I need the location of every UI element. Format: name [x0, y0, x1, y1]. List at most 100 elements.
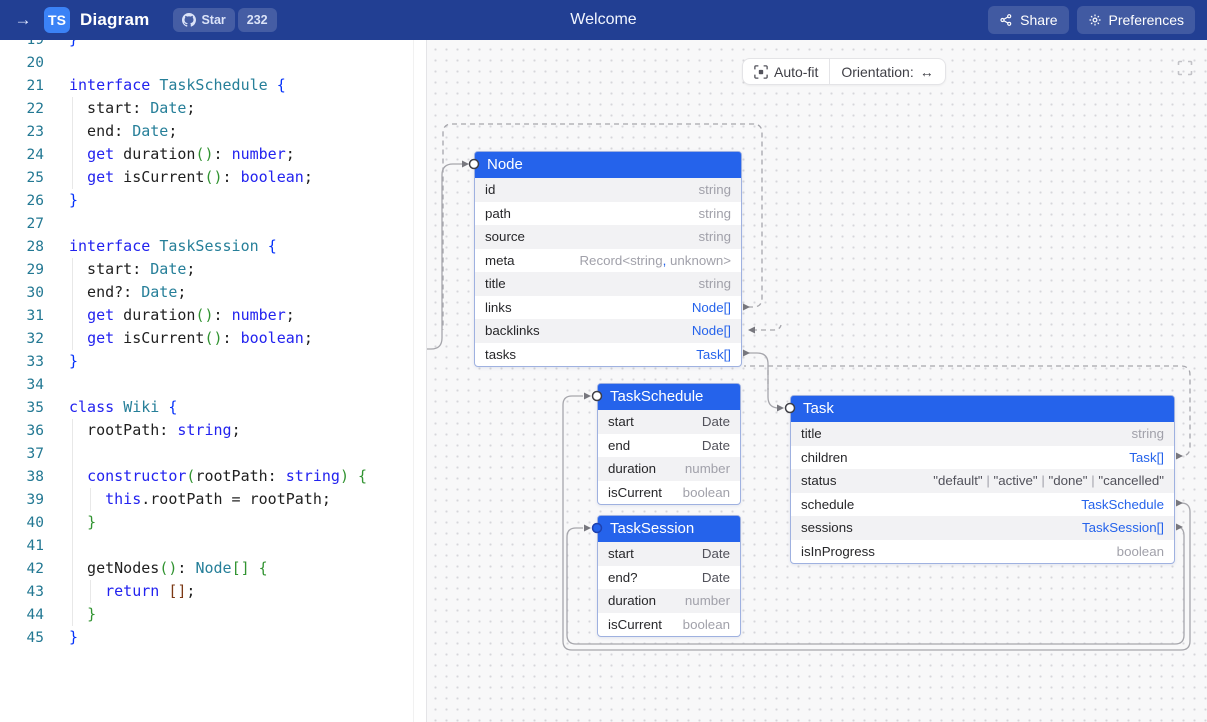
field-name: meta — [485, 253, 515, 268]
code-editor[interactable]: 19}2021interface TaskSchedule {22 start:… — [0, 40, 427, 722]
field-name: schedule — [801, 497, 854, 512]
collapse-editor-arrow-icon[interactable]: → — [12, 10, 34, 30]
field-row-id: idstring — [475, 178, 741, 202]
field-row-duration: duration number — [598, 589, 740, 613]
fullscreen-icon — [1177, 60, 1193, 76]
line-number: 31 — [0, 308, 44, 324]
entity-header-taskschedule: TaskSchedule — [598, 384, 740, 410]
field-row-end: end? Date — [598, 566, 740, 590]
entity-task[interactable]: TasktitlestringchildrenTask[]status"defa… — [790, 395, 1175, 564]
code-text: end: Date; — [69, 120, 177, 143]
code-text: get isCurrent(): boolean; — [69, 166, 313, 189]
field-row-schedule: scheduleTaskSchedule — [791, 493, 1174, 517]
field-type: boolean — [683, 617, 730, 632]
field-row-title: titlestring — [475, 272, 741, 296]
code-line-19: 19} — [0, 40, 426, 51]
entity-tasksession[interactable]: TaskSessionstartDateend?Datedurationnumb… — [597, 515, 741, 637]
code-text: get duration(): number; — [69, 143, 295, 166]
indent-guide — [72, 580, 73, 603]
code-line-42: 42 getNodes(): Node[] { — [0, 557, 426, 580]
code-text: start: Date; — [69, 258, 195, 281]
code-text: } — [69, 40, 78, 51]
field-row-isinprogress: isInProgressboolean — [791, 540, 1174, 564]
code-lines: 19}2021interface TaskSchedule {22 start:… — [0, 40, 426, 649]
code-line-30: 30 end?: Date; — [0, 281, 426, 304]
code-line-36: 36 rootPath: string; — [0, 419, 426, 442]
field-name: isCurrent — [608, 617, 662, 632]
line-number: 30 — [0, 285, 44, 301]
code-text: } — [69, 189, 78, 212]
field-row-duration: durationnumber — [598, 457, 740, 481]
code-text: start: Date; — [69, 97, 195, 120]
field-row-status: status"default" | "active" | "done" | "c… — [791, 469, 1174, 493]
code-line-22: 22 start: Date; — [0, 97, 426, 120]
code-text: this.rootPath = rootPath; — [69, 488, 331, 511]
stub-links — [743, 304, 750, 311]
field-type: number — [685, 461, 730, 476]
code-line-25: 25 get isCurrent(): boolean; — [0, 166, 426, 189]
preferences-button[interactable]: Preferences — [1077, 6, 1195, 34]
fullscreen-button[interactable] — [1177, 60, 1193, 76]
star-count-badge[interactable]: 232 — [238, 8, 277, 32]
line-number: 36 — [0, 423, 44, 439]
entity-node[interactable]: NodeidstringpathstringsourcestringmetaRe… — [474, 151, 742, 367]
entity-header-task: Task — [791, 396, 1174, 422]
field-name: start — [608, 546, 634, 561]
field-type: Date — [702, 570, 730, 585]
field-type: Task[] — [696, 347, 731, 362]
field-type: Date — [702, 546, 730, 561]
entity-taskschedule[interactable]: TaskSchedulestartDateendDatedurationnumb… — [597, 383, 741, 505]
line-number: 37 — [0, 446, 44, 462]
indent-guide — [72, 97, 73, 120]
indent-guide — [72, 557, 73, 580]
field-name: isCurrent — [608, 485, 662, 500]
field-name: title — [801, 426, 822, 441]
arrow-into-taskschedule — [584, 393, 591, 400]
field-type: Task[] — [1129, 450, 1164, 465]
edges-layer — [427, 40, 1207, 722]
line-number: 28 — [0, 239, 44, 255]
field-type: string — [698, 229, 731, 244]
code-text: } — [69, 603, 96, 626]
github-star-button[interactable]: Star — [173, 8, 234, 32]
indent-guide — [72, 488, 73, 511]
code-line-27: 27 — [0, 212, 426, 235]
field-name: children — [801, 450, 848, 465]
field-name: end? — [608, 570, 638, 585]
field-type: Node[] — [692, 300, 731, 315]
field-name: source — [485, 229, 525, 244]
line-number: 44 — [0, 607, 44, 623]
stub-children — [1176, 453, 1183, 460]
code-line-20: 20 — [0, 51, 426, 74]
github-star-widget[interactable]: Star 232 — [173, 8, 276, 32]
share-button[interactable]: Share — [988, 6, 1068, 34]
indent-guide — [72, 442, 73, 465]
line-number: 43 — [0, 584, 44, 600]
code-line-32: 32 get isCurrent(): boolean; — [0, 327, 426, 350]
line-number: 41 — [0, 538, 44, 554]
code-text: get duration(): number; — [69, 304, 295, 327]
line-number: 23 — [0, 124, 44, 140]
code-line-41: 41 — [0, 534, 426, 557]
field-row-path: pathstring — [475, 202, 741, 226]
code-text: } — [69, 626, 78, 649]
diagram-canvas[interactable]: Auto-fit Orientation: ↔ — [427, 40, 1207, 722]
field-type: number — [685, 593, 730, 608]
orientation-button[interactable]: Orientation: ↔ — [830, 59, 944, 84]
code-text: class Wiki { — [69, 396, 177, 419]
indent-guide — [72, 511, 73, 534]
edge-node-backlinks-stub — [752, 325, 781, 330]
indent-guide — [72, 258, 73, 281]
indent-guide — [90, 580, 91, 603]
edge-into-node — [427, 164, 462, 349]
auto-fit-button[interactable]: Auto-fit — [743, 59, 829, 84]
gear-icon — [1088, 13, 1102, 27]
field-row-iscurrent: isCurrentboolean — [598, 481, 740, 505]
field-name: duration — [608, 593, 656, 608]
code-line-26: 26} — [0, 189, 426, 212]
code-text: interface TaskSchedule { — [69, 74, 286, 97]
stub-tasks — [743, 350, 750, 357]
preferences-label: Preferences — [1109, 12, 1184, 28]
arrow-into-task — [777, 405, 784, 412]
entity-header-node: Node — [475, 152, 741, 178]
